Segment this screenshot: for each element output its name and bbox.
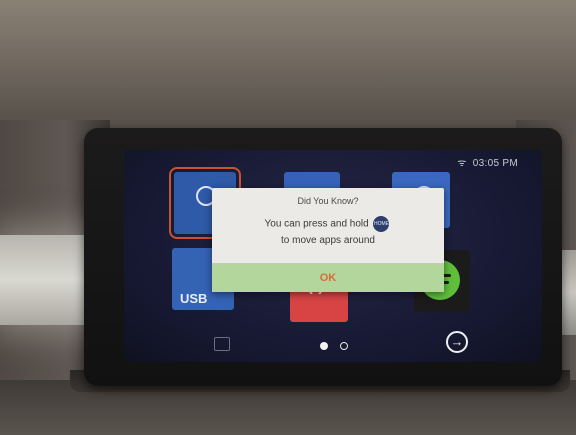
page-indicator-active [320,342,328,350]
ok-button[interactable]: OK [212,263,444,292]
status-bar: ᯤ 03:05 PM [457,155,518,169]
home-badge-icon: HOME [373,216,390,232]
touch-screen: ᯤ 03:05 PM USB ‹ › → Did You Know? You c… [124,150,542,362]
arrow-right-circle-icon[interactable]: → [446,331,468,353]
home-icon[interactable] [214,337,230,351]
clock: 03:05 PM [472,158,518,169]
page-indicator-inactive[interactable] [340,342,348,350]
dialog-title: Did You Know? [297,196,359,206]
wifi-icon: ᯤ [457,158,467,169]
dialog-body-line2: to move apps around [281,234,375,246]
did-you-know-dialog: Did You Know? You can press and hold HOM… [212,188,444,292]
dialog-body-line1: You can press and hold [264,218,369,230]
dialog-body: You can press and hold HOME to move apps… [212,216,444,249]
usb-label: USB [180,291,208,306]
